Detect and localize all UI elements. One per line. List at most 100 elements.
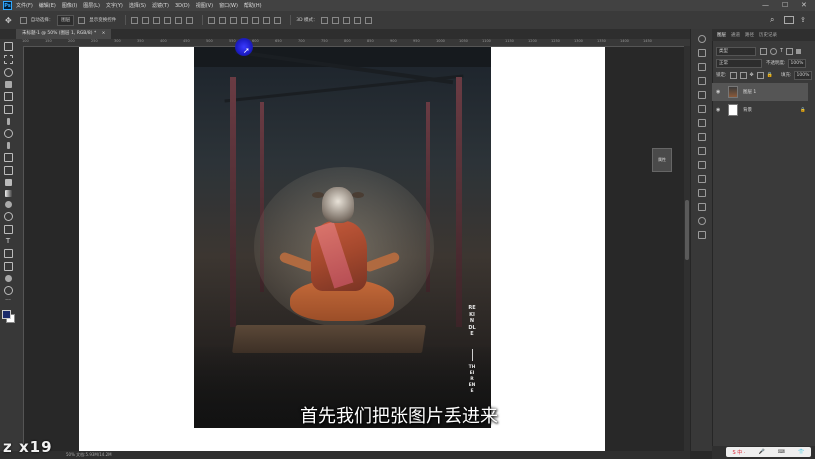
zoom-tool-icon[interactable] <box>3 286 13 295</box>
3d-rotate-icon[interactable] <box>321 16 329 24</box>
distribute-bottom-icon[interactable] <box>230 16 238 24</box>
swatches-icon[interactable] <box>698 91 706 99</box>
pen-tool-icon[interactable] <box>3 225 13 234</box>
menu-image[interactable]: 图像(I) <box>62 2 77 9</box>
lasso-tool-icon[interactable] <box>3 68 13 77</box>
distribute-left-icon[interactable] <box>241 16 249 24</box>
actions-icon[interactable] <box>698 119 706 127</box>
search-icon[interactable]: ⌕ <box>770 15 774 25</box>
3d-scale-icon[interactable] <box>365 16 373 24</box>
align-right-icon[interactable] <box>153 16 161 24</box>
history-brush-tool-icon[interactable] <box>3 166 13 175</box>
properties-icon[interactable] <box>698 147 706 155</box>
document-tab[interactable]: 未标题-1 @ 50% (图层 1, RGB/8) * × <box>16 29 112 39</box>
ime-keyboard-icon[interactable]: ⌨ <box>778 449 785 455</box>
tab-paths[interactable]: 路径 <box>745 32 754 38</box>
opacity-input[interactable]: 100% <box>787 58 807 68</box>
distribute-middle-icon[interactable] <box>219 16 227 24</box>
menu-3d[interactable]: 3D(D) <box>175 3 190 9</box>
move-tool-icon[interactable] <box>3 42 13 51</box>
gradient-tool-icon[interactable] <box>4 190 12 197</box>
ime-skin-icon[interactable]: 👕 <box>798 449 804 455</box>
layer-row-background[interactable]: ◉ 背景 🔒 <box>712 101 808 119</box>
blend-mode-dropdown[interactable]: 正常 <box>716 58 762 68</box>
fill-input[interactable]: 100% <box>793 70 813 80</box>
character-icon[interactable] <box>698 175 706 183</box>
menu-window[interactable]: 窗口(W) <box>219 2 238 9</box>
tab-history[interactable]: 历史记录 <box>759 32 777 38</box>
color-icon[interactable] <box>698 77 706 85</box>
menu-edit[interactable]: 编辑(E) <box>39 2 56 9</box>
align-top-icon[interactable] <box>164 16 172 24</box>
auto-select-dropdown[interactable]: 图层 <box>57 14 75 26</box>
menu-select[interactable]: 选择(S) <box>129 2 146 9</box>
align-left-icon[interactable] <box>131 16 139 24</box>
crop-tool-icon[interactable] <box>3 92 13 101</box>
poster-image[interactable]: REKINDLE THEIR ENE <box>194 47 491 428</box>
channels-icon[interactable] <box>698 189 706 197</box>
layer-name[interactable]: 背景 <box>743 107 752 113</box>
properties-mini-panel[interactable]: 属性 <box>652 148 672 172</box>
menu-file[interactable]: 文件(F) <box>16 2 33 9</box>
menu-layer[interactable]: 图层(L) <box>83 2 100 9</box>
hand-tool-icon[interactable] <box>4 275 12 282</box>
move-tool-preset-icon[interactable]: ✥ <box>5 16 12 25</box>
tab-layers[interactable]: 图层 <box>717 32 726 38</box>
distribute-top-icon[interactable] <box>208 16 216 24</box>
ime-mic-icon[interactable]: 🎤 <box>759 449 765 455</box>
paragraph-icon[interactable] <box>698 161 706 169</box>
healing-brush-tool-icon[interactable] <box>3 129 13 138</box>
menu-type[interactable]: 文字(Y) <box>106 2 123 9</box>
align-middle-icon[interactable] <box>175 16 183 24</box>
auto-align-icon[interactable] <box>274 16 282 24</box>
adjustments-icon[interactable] <box>698 63 706 71</box>
brush-tool-icon[interactable] <box>6 142 10 149</box>
align-bottom-icon[interactable] <box>186 16 194 24</box>
lock-image-icon[interactable] <box>739 71 747 79</box>
libraries-icon[interactable] <box>698 133 706 141</box>
filter-type-icon[interactable]: T <box>780 48 783 54</box>
ime-label[interactable]: S 中 · <box>733 449 746 456</box>
lock-transparent-icon[interactable] <box>729 71 737 79</box>
align-center-icon[interactable] <box>142 16 150 24</box>
lock-all-icon[interactable]: 🔒 <box>767 72 773 78</box>
close-tab-icon[interactable]: × <box>102 31 106 36</box>
menu-filter[interactable]: 滤镜(T) <box>152 2 169 9</box>
history-icon[interactable] <box>698 105 706 113</box>
visibility-eye-icon[interactable]: ◉ <box>716 107 722 113</box>
color-swatches[interactable] <box>2 310 15 323</box>
layer-kind-dropdown[interactable]: 类型 <box>716 46 756 56</box>
3d-icon[interactable] <box>698 217 706 225</box>
visibility-eye-icon[interactable]: ◉ <box>716 89 722 95</box>
menu-help[interactable]: 帮助(H) <box>244 2 262 9</box>
distribute-center-icon[interactable] <box>252 16 260 24</box>
blur-tool-icon[interactable] <box>4 201 12 208</box>
show-transform-checkbox[interactable] <box>78 16 86 24</box>
clone-stamp-tool-icon[interactable] <box>3 153 13 162</box>
3d-slide-icon[interactable] <box>354 16 362 24</box>
distribute-right-icon[interactable] <box>263 16 271 24</box>
filter-shape-icon[interactable] <box>786 47 794 55</box>
frame-tool-icon[interactable] <box>3 105 13 114</box>
ime-toolbar[interactable]: S 中 · 🎤 ⌨ 👕 <box>726 447 811 457</box>
foreground-color-swatch[interactable] <box>2 310 11 319</box>
dodge-tool-icon[interactable] <box>3 212 13 221</box>
menu-view[interactable]: 视图(V) <box>196 2 213 9</box>
eraser-tool-icon[interactable] <box>4 179 12 186</box>
marquee-tool-icon[interactable] <box>3 55 13 64</box>
paths-icon[interactable] <box>698 203 706 211</box>
share-icon[interactable]: ⇪ <box>800 16 806 24</box>
info-icon[interactable] <box>698 35 706 43</box>
path-selection-tool-icon[interactable] <box>3 249 13 258</box>
layer-row-layer-1[interactable]: ◉ 图层 1 <box>712 83 808 101</box>
more-tools-icon[interactable]: ··· <box>5 298 12 306</box>
3d-drag-icon[interactable] <box>343 16 351 24</box>
filter-pixel-icon[interactable] <box>760 47 767 55</box>
filter-adjustment-icon[interactable] <box>770 47 777 55</box>
tab-channels[interactable]: 通道 <box>731 32 740 38</box>
close-window-button[interactable]: ✕ <box>801 1 807 9</box>
3d-roll-icon[interactable] <box>332 16 340 24</box>
minimize-button[interactable]: — <box>762 1 769 9</box>
glyphs-icon[interactable] <box>698 231 706 239</box>
lock-artboard-icon[interactable] <box>756 71 764 79</box>
